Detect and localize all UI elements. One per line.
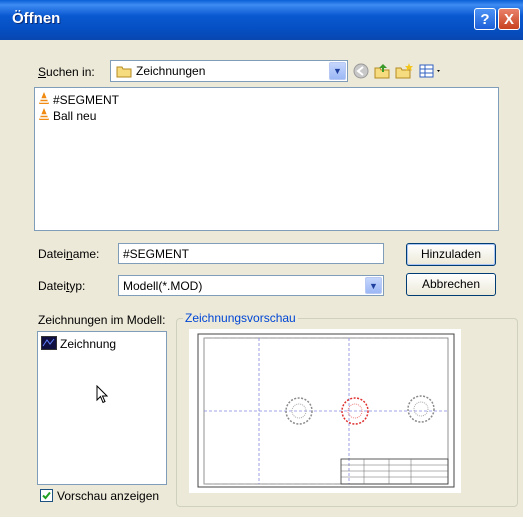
- filename-label: Dateiname:: [38, 247, 100, 261]
- lookin-label: Suchen in:: [38, 65, 95, 79]
- vlc-cone-icon: [38, 108, 50, 125]
- mouse-cursor-icon: [96, 384, 109, 407]
- load-button[interactable]: Hinzuladen: [406, 243, 496, 266]
- lookin-value: Zeichnungen: [136, 64, 206, 78]
- filename-input[interactable]: #SEGMENT: [118, 243, 384, 264]
- title-bar[interactable]: Öffnen ? X: [0, 0, 523, 40]
- filetype-label: Dateityp:: [38, 279, 86, 293]
- back-icon[interactable]: [352, 62, 370, 80]
- new-folder-icon[interactable]: [394, 62, 413, 80]
- help-button[interactable]: ?: [474, 8, 496, 30]
- folder-icon: [116, 65, 132, 81]
- vlc-cone-icon: [38, 92, 50, 109]
- show-preview-checkbox[interactable]: [40, 489, 53, 502]
- close-button[interactable]: X: [498, 8, 520, 30]
- preview-canvas: [189, 329, 461, 493]
- file-list[interactable]: #SEGMENT Ball neu: [34, 87, 499, 231]
- up-folder-icon[interactable]: [373, 62, 391, 80]
- drawing-icon: [41, 336, 57, 354]
- view-menu-icon[interactable]: [418, 62, 444, 80]
- filetype-select[interactable]: Modell(*.MOD) ▼: [118, 275, 384, 296]
- list-item[interactable]: Zeichnung: [41, 336, 116, 352]
- dialog-title: Öffnen: [12, 10, 61, 27]
- preview-label: Zeichnungsvorschau: [183, 311, 298, 325]
- open-dialog: Öffnen ? X Suchen in: Zeichnungen ▼ #SEG…: [0, 0, 523, 517]
- chevron-down-icon[interactable]: ▼: [329, 62, 346, 80]
- lookin-combo[interactable]: Zeichnungen ▼: [110, 60, 348, 82]
- cancel-button[interactable]: Abbrechen: [406, 273, 496, 296]
- checkmark-icon: [42, 491, 51, 500]
- drawings-list[interactable]: Zeichnung: [37, 331, 167, 485]
- chevron-down-icon[interactable]: ▼: [365, 277, 382, 294]
- show-preview-label: Vorschau anzeigen: [57, 489, 160, 503]
- list-item[interactable]: #SEGMENT: [38, 92, 119, 108]
- list-item[interactable]: Ball neu: [38, 108, 96, 124]
- drawings-label: Zeichnungen im Modell:: [38, 313, 166, 327]
